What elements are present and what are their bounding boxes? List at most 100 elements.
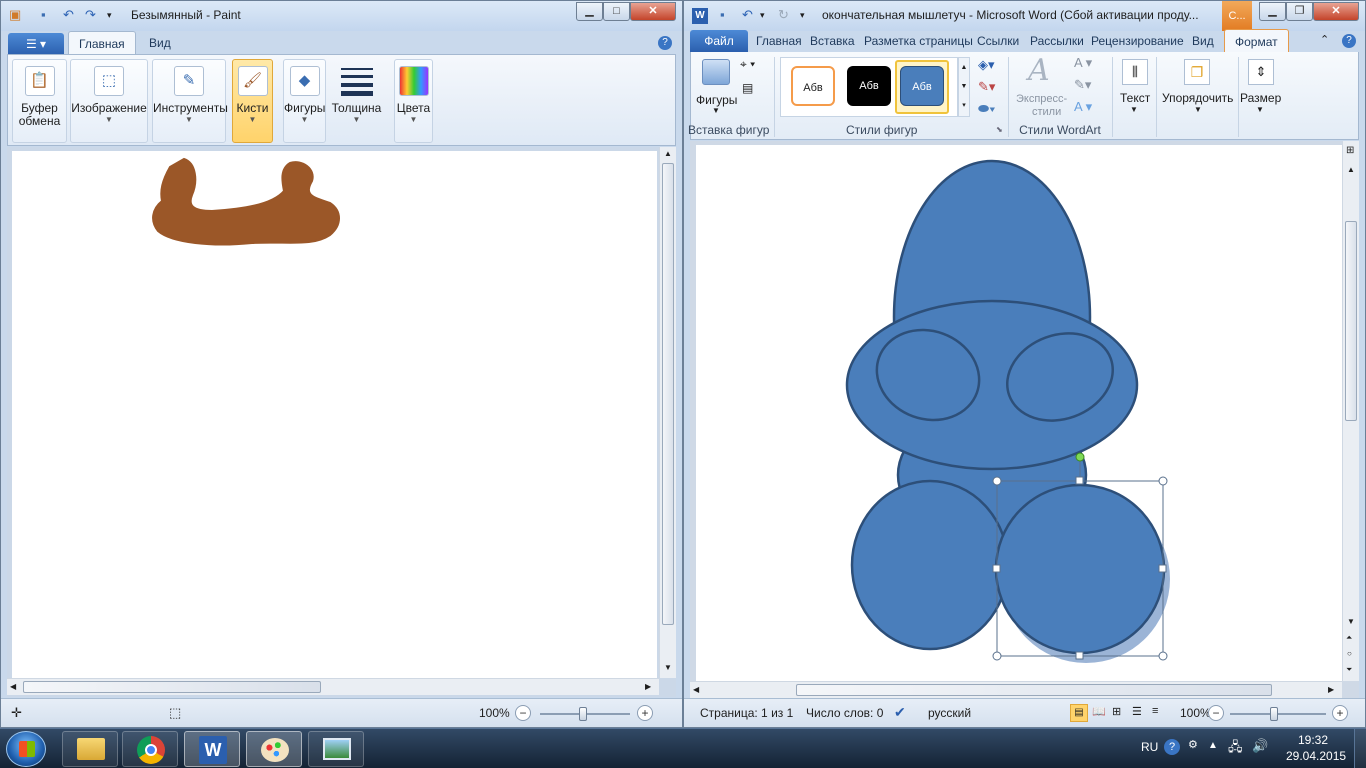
group-colors[interactable]: Цвета ▼ xyxy=(394,59,433,143)
zoom-out-button[interactable]: − xyxy=(515,705,531,721)
text-fill-icon[interactable]: A ▾ xyxy=(1074,55,1092,71)
tab-format[interactable]: Формат xyxy=(1224,29,1289,53)
zoom-level[interactable]: 100% xyxy=(1180,706,1211,720)
zoom-in-button[interactable]: + xyxy=(1332,705,1348,721)
size-icon[interactable]: ⇕ xyxy=(1248,59,1274,85)
canvas-vertical-scrollbar[interactable]: ▲ ▼ xyxy=(659,147,676,678)
wordart-quick-styles-icon[interactable]: A xyxy=(1028,53,1050,88)
word-app-icon[interactable]: W xyxy=(692,8,708,24)
taskbar-paint[interactable] xyxy=(246,731,302,767)
minimize-ribbon-icon[interactable]: ⌃ xyxy=(1320,33,1329,46)
draft-view-icon[interactable]: ≡ xyxy=(1152,705,1158,717)
taskbar-chrome[interactable] xyxy=(122,731,178,767)
show-hidden-icons-icon[interactable]: ▲ xyxy=(1208,740,1218,751)
outline-view-icon[interactable]: ☰ xyxy=(1132,705,1142,718)
shapes-button-label[interactable]: Фигуры xyxy=(696,93,737,107)
gallery-scroll[interactable]: ▲ ▼ ▾ xyxy=(958,57,970,117)
ruler-toggle-icon[interactable]: ⊞ xyxy=(1346,145,1354,156)
undo-icon[interactable]: ↶ xyxy=(742,8,753,22)
shape-outline-icon[interactable]: ✎▾ xyxy=(978,79,995,95)
language-indicator[interactable]: RU xyxy=(1141,740,1158,754)
scroll-up-icon[interactable]: ▲ xyxy=(664,149,672,158)
tab-view[interactable]: Вид xyxy=(139,31,181,55)
zoom-out-button[interactable]: − xyxy=(1208,705,1224,721)
shape-fill-icon[interactable]: ◈▾ xyxy=(978,57,995,73)
shapes-icon[interactable] xyxy=(702,59,730,85)
scroll-right-icon[interactable]: ▶ xyxy=(645,682,651,691)
style-orange-outline[interactable]: Абв xyxy=(791,66,835,106)
group-clipboard[interactable]: 📋 Буфер обмена xyxy=(12,59,67,143)
volume-icon[interactable]: 🔊 xyxy=(1252,738,1268,754)
wordart-button-label-2[interactable]: стили xyxy=(1032,106,1061,118)
browse-object-icon[interactable]: ○ xyxy=(1347,649,1352,658)
group-brushes[interactable]: 🖌 Кисти ▼ xyxy=(232,59,273,143)
size-button-label[interactable]: Размер xyxy=(1240,91,1281,105)
style-black-fill[interactable]: Абв xyxy=(847,66,891,106)
shape-effects-icon[interactable]: ⬬▾ xyxy=(978,101,995,117)
help-icon[interactable]: ? xyxy=(1164,739,1180,755)
help-icon[interactable]: ? xyxy=(1342,34,1356,48)
scroll-up-icon[interactable]: ▲ xyxy=(1347,165,1355,174)
scrollbar-thumb[interactable] xyxy=(796,684,1272,696)
taskbar-image-viewer[interactable] xyxy=(308,731,364,767)
tab-review[interactable]: Рецензирование xyxy=(1081,29,1194,53)
text-box-icon[interactable]: ▤ xyxy=(742,81,753,95)
taskbar-word[interactable]: W xyxy=(184,731,240,767)
tab-home[interactable]: Главная xyxy=(68,31,136,55)
tab-view[interactable]: Вид xyxy=(1182,29,1224,53)
save-icon[interactable]: ▪ xyxy=(41,8,46,22)
close-button[interactable]: ✕ xyxy=(1313,2,1359,21)
zoom-slider-thumb[interactable] xyxy=(1270,707,1278,721)
taskbar-explorer[interactable] xyxy=(62,731,118,767)
group-shapes[interactable]: ◆ Фигуры ▼ xyxy=(283,59,326,143)
text-outline-icon[interactable]: ✎▾ xyxy=(1074,77,1091,93)
group-tools[interactable]: ✎ Инструменты ▼ xyxy=(152,59,228,143)
tab-page-layout[interactable]: Разметка страницы xyxy=(854,29,983,53)
zoom-slider[interactable] xyxy=(1230,713,1326,715)
scrollbar-thumb[interactable] xyxy=(1345,221,1357,421)
wordart-button-label-1[interactable]: Экспресс- xyxy=(1016,93,1067,105)
redo-icon[interactable]: ↻ xyxy=(778,8,789,22)
paint-app-icon[interactable]: ▣ xyxy=(9,8,21,22)
start-button[interactable] xyxy=(6,731,46,767)
scrollbar-thumb[interactable] xyxy=(662,163,674,625)
canvas-horizontal-scrollbar[interactable]: ◀ ▶ xyxy=(7,678,659,695)
scroll-down-icon[interactable]: ▼ xyxy=(1347,617,1355,626)
save-icon[interactable]: ▪ xyxy=(720,8,725,22)
scroll-left-icon[interactable]: ◀ xyxy=(10,682,16,691)
scroll-left-icon[interactable]: ◀ xyxy=(693,685,699,694)
clock-date[interactable]: 29.04.2015 xyxy=(1286,749,1346,763)
network-icon[interactable]: 🖧 xyxy=(1228,738,1243,760)
scroll-right-icon[interactable]: ▶ xyxy=(1328,685,1334,694)
language-indicator[interactable]: русский xyxy=(928,706,971,720)
reading-view-icon[interactable]: 📖 xyxy=(1092,705,1106,718)
arrange-button-label[interactable]: Упорядочить xyxy=(1162,91,1233,105)
clock-time[interactable]: 19:32 xyxy=(1298,733,1328,747)
tab-file[interactable]: Файл xyxy=(690,30,748,52)
word-count[interactable]: Число слов: 0 xyxy=(806,706,883,720)
scrollbar-thumb[interactable] xyxy=(23,681,321,693)
edit-shape-icon[interactable]: ⌖ ▾ xyxy=(740,57,755,72)
web-layout-view-icon[interactable]: ⊞ xyxy=(1112,705,1121,718)
proofing-icon[interactable]: ✔ xyxy=(894,704,906,721)
show-desktop-button[interactable] xyxy=(1354,729,1366,768)
print-layout-view-icon[interactable]: ▤ xyxy=(1070,704,1088,722)
quick-access-dropdown-icon[interactable]: ▾ xyxy=(107,8,112,22)
group-image[interactable]: ⬚ Изображение ▼ xyxy=(70,59,148,143)
redo-icon[interactable]: ↷ xyxy=(85,8,96,22)
minimize-button[interactable]: ▁ xyxy=(576,2,603,21)
previous-page-icon[interactable]: ⏶ xyxy=(1346,633,1352,643)
next-page-icon[interactable]: ⏷ xyxy=(1346,665,1352,675)
zoom-in-button[interactable]: + xyxy=(637,705,653,721)
group-thickness[interactable]: Толщина ▼ xyxy=(330,59,383,143)
undo-icon[interactable]: ↶ xyxy=(63,8,74,22)
quick-access-dropdown-icon[interactable]: ▾ xyxy=(800,8,805,22)
document-horizontal-scrollbar[interactable]: ◀ ▶ xyxy=(690,681,1342,698)
style-blue-fill[interactable]: Абв xyxy=(900,66,944,106)
text-direction-icon[interactable]: ⫼ xyxy=(1122,59,1148,85)
paint-menu-button[interactable]: ☰ ▾ xyxy=(8,33,64,55)
dialog-launcher-icon[interactable]: ⬊ xyxy=(996,125,1003,134)
input-settings-icon[interactable]: ⚙ xyxy=(1188,738,1198,751)
minimize-button[interactable]: ▁ xyxy=(1259,2,1286,21)
arrange-icon[interactable]: ❐ xyxy=(1184,59,1210,85)
